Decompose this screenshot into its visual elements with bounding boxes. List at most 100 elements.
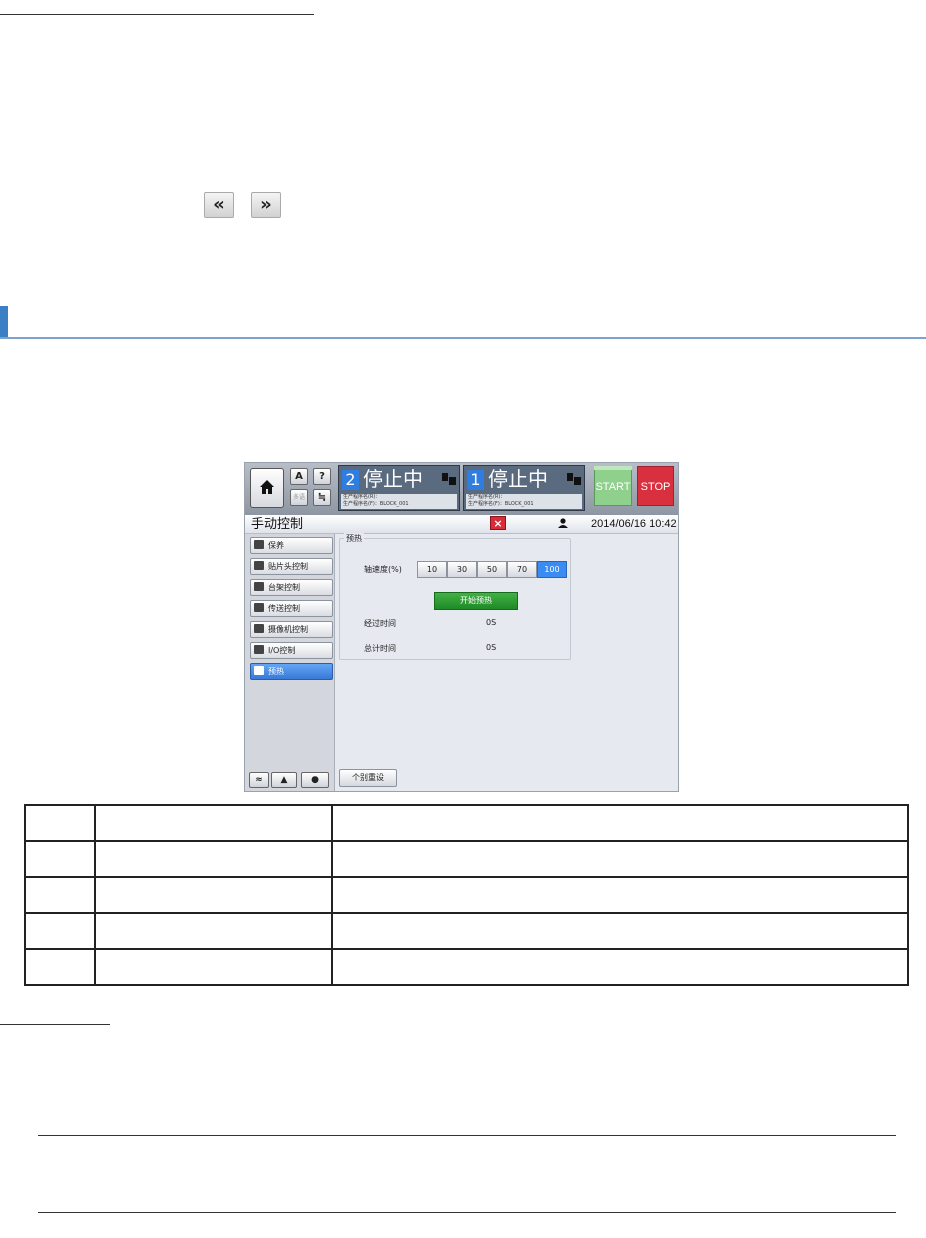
speed-option-70[interactable]: 70 [507, 561, 537, 578]
manual-button[interactable]: A [290, 468, 308, 485]
top-toolbar: A ? 多语 ≒ 2 停止中 生产程序名(R)： 生产程序名(F)：BLOCK_… [245, 463, 678, 515]
camera-icon [254, 624, 264, 633]
start-preheat-button[interactable]: 开始预热 [434, 592, 518, 610]
description-table [24, 804, 909, 986]
table-cell [331, 912, 909, 950]
axis-speed-label: 轴速度(%) [364, 565, 402, 574]
collapse-icon: ≈ [255, 775, 263, 785]
sidebar-item-label: 传送控制 [268, 604, 300, 613]
stop-button[interactable]: STOP [637, 466, 674, 506]
info-icon: ● [311, 775, 319, 785]
start-indicator [594, 466, 632, 470]
table-cell [331, 804, 909, 842]
rule [0, 1024, 110, 1025]
language-icon: 多语 [292, 494, 305, 501]
lane-2-status-panel[interactable]: 2 停止中 生产程序名(R)： 生产程序名(F)：BLOCK_001 [338, 465, 460, 511]
table-control-icon [254, 582, 264, 591]
lane-state: 停止中 [363, 467, 423, 491]
machine-icon [567, 473, 581, 485]
manual-icon: A [295, 471, 303, 482]
help-icon: ? [319, 471, 325, 482]
section-divider [0, 337, 926, 339]
table-row [24, 876, 909, 914]
section-marker [0, 306, 8, 338]
help-button[interactable]: ? [313, 468, 331, 485]
table-cell [24, 876, 96, 914]
head-control-icon [254, 561, 264, 570]
rule [38, 1212, 896, 1213]
table-row [24, 948, 909, 986]
screen-title-bar: 手动控制 × 2014/06/16 10:42 [245, 515, 678, 534]
program-info-line: 生产程序名(F)：BLOCK_001 [343, 501, 409, 507]
lane-number: 1 [467, 470, 484, 490]
top-rule [0, 14, 314, 15]
manual-control-screen: A ? 多语 ≒ 2 停止中 生产程序名(R)： 生产程序名(F)：BLOCK_… [244, 462, 679, 792]
sidebar-item-maintenance[interactable]: 保养 [250, 537, 333, 554]
sidebar-item-label: 台架控制 [268, 583, 300, 592]
sidebar-item-preheat[interactable]: 预热 [250, 663, 333, 680]
group-title: 预热 [344, 533, 364, 544]
previous-page-button[interactable]: « [204, 192, 234, 218]
datetime: 2014/06/16 10:42 [591, 518, 677, 530]
sidebar-item-label: 保养 [268, 541, 284, 550]
rule [38, 1135, 896, 1136]
preheat-group: 预热 轴速度(%) 10 30 50 70 100 开始预热 经过时间 0S 总… [339, 533, 571, 660]
warning-icon: ▲ [280, 775, 288, 785]
page-title: 手动控制 [251, 517, 304, 532]
table-cell [24, 912, 96, 950]
lane-number: 2 [342, 470, 359, 490]
table-cell [24, 804, 96, 842]
sidebar-item-label: I/O控制 [268, 646, 296, 655]
table-cell [24, 948, 96, 986]
user-icon[interactable] [557, 517, 569, 529]
elapsed-time-value: 0S [486, 618, 497, 627]
language-button[interactable]: 多语 [290, 489, 308, 506]
table-row [24, 840, 909, 878]
lane-1-status-panel[interactable]: 1 停止中 生产程序名(R)： 生产程序名(F)：BLOCK_001 [463, 465, 585, 511]
home-button[interactable] [250, 468, 284, 508]
next-page-button[interactable]: » [251, 192, 281, 218]
program-info-line: 生产程序名(R)： [468, 494, 506, 500]
sidebar-item-head-control[interactable]: 贴片头控制 [250, 558, 333, 575]
info-button[interactable]: ● [301, 772, 329, 788]
maintenance-icon [254, 540, 264, 549]
sidebar-item-camera-control[interactable]: 摄像机控制 [250, 621, 333, 638]
speed-option-30[interactable]: 30 [447, 561, 477, 578]
lane-state: 停止中 [488, 467, 548, 491]
table-row [24, 912, 909, 950]
program-info-line: 生产程序名(F)：BLOCK_001 [468, 501, 534, 507]
sidebar-item-label: 预热 [268, 667, 284, 676]
machine-icon [442, 473, 456, 485]
network-button[interactable]: ≒ [313, 489, 331, 506]
table-cell [331, 840, 909, 878]
sidebar: 保养 贴片头控制 台架控制 传送控制 摄像机控制 I/O控制 预热 [245, 534, 335, 791]
sidebar-item-conveyor-control[interactable]: 传送控制 [250, 600, 333, 617]
speed-option-10[interactable]: 10 [417, 561, 447, 578]
elapsed-time-label: 经过时间 [364, 619, 396, 628]
program-info: 生产程序名(R)： 生产程序名(F)：BLOCK_001 [341, 494, 457, 509]
home-icon [260, 480, 274, 494]
collapse-button[interactable]: ≈ [249, 772, 269, 788]
speed-option-50[interactable]: 50 [477, 561, 507, 578]
sidebar-item-label: 摄像机控制 [268, 625, 308, 634]
start-button[interactable]: START [594, 466, 632, 506]
preheat-content: 预热 轴速度(%) 10 30 50 70 100 开始预热 经过时间 0S 总… [335, 533, 678, 791]
speed-option-100[interactable]: 100 [537, 561, 567, 578]
sidebar-item-io-control[interactable]: I/O控制 [250, 642, 333, 659]
individual-reset-button[interactable]: 个别重设 [339, 769, 397, 787]
table-cell [94, 948, 333, 986]
total-time-value: 0S [486, 643, 497, 652]
warning-button[interactable]: ▲ [271, 772, 297, 788]
sidebar-item-label: 贴片头控制 [268, 562, 308, 571]
program-info-line: 生产程序名(R)： [343, 494, 381, 500]
io-icon [254, 645, 264, 654]
close-button[interactable]: × [490, 516, 506, 530]
conveyor-icon [254, 603, 264, 612]
table-cell [331, 876, 909, 914]
network-icon: ≒ [317, 492, 327, 503]
table-cell [94, 840, 333, 878]
table-cell [94, 876, 333, 914]
table-cell [331, 948, 909, 986]
table-cell [94, 912, 333, 950]
sidebar-item-table-control[interactable]: 台架控制 [250, 579, 333, 596]
